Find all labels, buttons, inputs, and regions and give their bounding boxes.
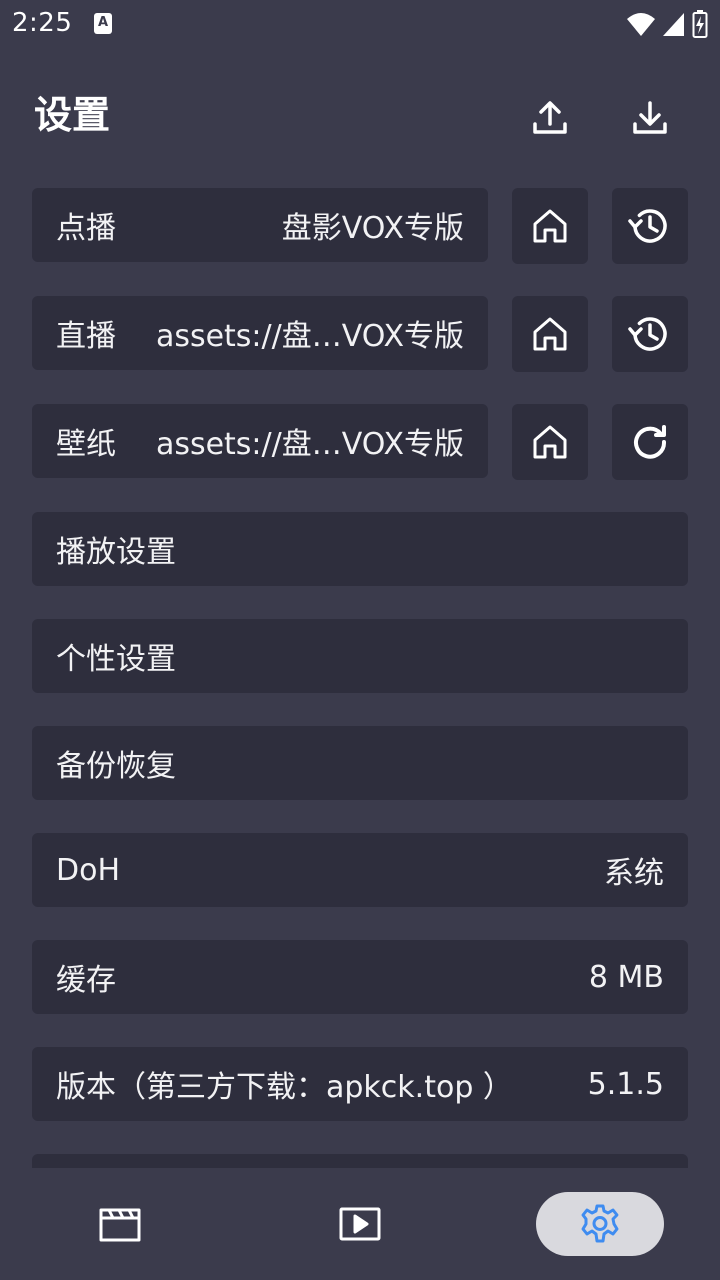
page-title: 设置 xyxy=(34,93,111,137)
wifi-icon xyxy=(627,13,655,36)
wallpaper-label: 壁纸 xyxy=(56,427,116,462)
upload-button[interactable] xyxy=(524,92,576,144)
cache-label: 缓存 xyxy=(56,963,116,998)
gear-icon xyxy=(581,1204,619,1243)
notification-icon: A xyxy=(94,13,112,34)
cache-row[interactable]: 缓存 8 MB xyxy=(32,940,688,1014)
nav-live[interactable] xyxy=(296,1192,424,1256)
personal-settings-row[interactable]: 个性设置 xyxy=(32,619,688,693)
doh-label: DoH xyxy=(56,852,121,888)
download-button[interactable] xyxy=(624,92,676,144)
status-bar: 2:25 A xyxy=(0,0,720,50)
home-icon xyxy=(533,209,567,243)
vod-source-row[interactable]: 点播 盘影VOX专版 xyxy=(32,188,488,262)
live-label: 直播 xyxy=(56,319,116,354)
vod-history-button[interactable] xyxy=(612,188,688,264)
wallpaper-value: assets://盘…VOX专版 xyxy=(155,427,464,462)
status-icons xyxy=(626,10,708,38)
backup-restore-row[interactable]: 备份恢复 xyxy=(32,726,688,800)
doh-row[interactable]: DoH 系统 xyxy=(32,833,688,907)
vod-home-button[interactable] xyxy=(512,188,588,264)
history-icon xyxy=(628,209,667,243)
wallpaper-source-row[interactable]: 壁纸 assets://盘…VOX专版 xyxy=(32,404,488,478)
nav-settings[interactable] xyxy=(536,1192,664,1256)
history-icon xyxy=(628,317,667,351)
battery-icon xyxy=(692,10,708,38)
version-value: 5.1.5 xyxy=(587,1066,664,1102)
bottom-nav xyxy=(0,1168,720,1280)
live-value: assets://盘…VOX专版 xyxy=(155,319,464,354)
player-settings-label: 播放设置 xyxy=(56,535,176,570)
home-icon xyxy=(533,317,567,351)
doh-value: 系统 xyxy=(604,856,664,891)
nav-vod[interactable] xyxy=(56,1192,184,1256)
signal-icon xyxy=(663,13,684,36)
play-box-icon xyxy=(339,1207,381,1241)
cache-value: 8 MB xyxy=(588,959,664,995)
wallpaper-refresh-button[interactable] xyxy=(612,404,688,480)
live-source-row[interactable]: 直播 assets://盘…VOX专版 xyxy=(32,296,488,370)
player-settings-row[interactable]: 播放设置 xyxy=(32,512,688,586)
version-label: 版本（第三方下载：apkck.top ） xyxy=(56,1070,513,1105)
refresh-icon xyxy=(634,425,667,459)
wallpaper-home-button[interactable] xyxy=(512,404,588,480)
personal-settings-label: 个性设置 xyxy=(56,642,176,677)
live-history-button[interactable] xyxy=(612,296,688,372)
version-row[interactable]: 版本（第三方下载：apkck.top ） 5.1.5 xyxy=(32,1047,688,1121)
vod-label: 点播 xyxy=(56,211,116,246)
status-time: 2:25 xyxy=(12,8,73,38)
upload-icon xyxy=(533,101,567,134)
download-icon xyxy=(633,101,667,134)
clapperboard-icon xyxy=(99,1208,141,1242)
backup-restore-label: 备份恢复 xyxy=(56,749,176,784)
live-home-button[interactable] xyxy=(512,296,588,372)
home-icon xyxy=(533,425,567,459)
vod-value: 盘影VOX专版 xyxy=(281,211,464,246)
